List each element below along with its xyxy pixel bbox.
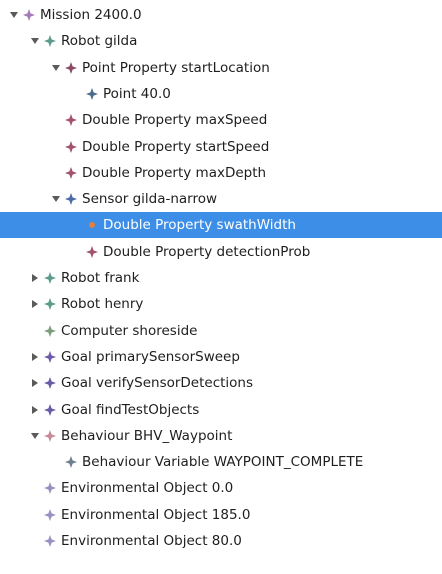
diamond-icon (65, 140, 77, 153)
tree-view[interactable]: Mission 2400.0 Robot gilda Point Property … (0, 0, 442, 574)
diamond-icon (65, 61, 77, 74)
tree-row-label: Double Property detectionProb (103, 243, 311, 260)
diamond-icon (65, 456, 77, 469)
tree-row[interactable]: Double Property maxDepth (0, 160, 442, 186)
tree-row-label: Point Property startLocation (82, 59, 270, 76)
tree-row-label: Environmental Object 0.0 (61, 480, 234, 497)
tree-row-label: Computer shoreside (61, 322, 198, 339)
tree-row-label: Goal findTestObjects (61, 401, 200, 418)
expand-arrow-down-icon[interactable] (29, 430, 41, 442)
tree-row[interactable]: Double Property detectionProb (0, 239, 442, 265)
tree-row-label: Behaviour BHV_Waypoint (61, 427, 233, 444)
tree-row-label: Environmental Object 185.0 (61, 506, 251, 523)
tree-row[interactable]: Goal verifySensorDetections (0, 370, 442, 396)
diamond-icon (86, 219, 98, 231)
expand-arrow-down-icon[interactable] (50, 193, 62, 205)
diamond-icon (44, 350, 56, 363)
tree-row-label: Goal verifySensorDetections (61, 375, 254, 392)
tree-row[interactable]: Goal findTestObjects (0, 397, 442, 423)
tree-row[interactable]: Computer shoreside (0, 318, 442, 344)
expand-arrow-right-icon[interactable] (29, 272, 41, 284)
expand-arrow-right-icon[interactable] (29, 377, 41, 389)
diamond-icon (44, 535, 56, 547)
diamond-icon (44, 35, 56, 48)
tree-row[interactable]: Point 40.0 (0, 81, 442, 107)
tree-row-label: Robot henry (61, 296, 144, 313)
diamond-icon (65, 114, 77, 127)
tree-row-label: Double Property swathWidth (103, 217, 296, 234)
tree-row-label: Robot frank (61, 270, 140, 286)
expand-arrow-right-icon[interactable] (29, 404, 41, 416)
tree-row[interactable]: Double Property maxSpeed (0, 107, 442, 133)
tree-row-label: Robot gilda (61, 33, 138, 50)
tree-row[interactable]: Behaviour BHV_Waypoint (0, 423, 442, 449)
tree-row-label: Double Property maxSpeed (82, 112, 268, 129)
diamond-icon (44, 482, 56, 495)
tree-row-label: Goal primarySensorSweep (61, 348, 240, 365)
diamond-icon (65, 193, 77, 206)
diamond-icon (44, 272, 56, 284)
diamond-icon (65, 166, 77, 179)
diamond-icon (44, 324, 56, 337)
tree-row[interactable]: Double Property startSpeed (0, 134, 442, 160)
tree-row[interactable]: Goal primarySensorSweep (0, 344, 442, 370)
expand-arrow-down-icon[interactable] (50, 62, 62, 74)
tree-row-label: Double Property startSpeed (82, 138, 270, 155)
tree-row[interactable]: Sensor gilda-narrow (0, 186, 442, 212)
expand-arrow-down-icon[interactable] (29, 35, 41, 47)
tree-row-label: Environmental Object 80.0 (61, 533, 242, 549)
diamond-icon (44, 377, 56, 390)
diamond-icon (23, 9, 35, 21)
tree-row[interactable]: Robot gilda (0, 28, 442, 54)
tree-row[interactable]: Behaviour Variable WAYPOINT_COMPLETE (0, 449, 442, 475)
diamond-icon (86, 245, 98, 258)
diamond-icon (44, 403, 56, 416)
expand-arrow-right-icon[interactable] (29, 351, 41, 363)
diamond-icon (86, 87, 98, 100)
tree-row-label: Behaviour Variable WAYPOINT_COMPLETE (82, 454, 364, 471)
tree-row[interactable]: Environmental Object 185.0 (0, 502, 442, 528)
tree-row-label: Double Property maxDepth (82, 164, 267, 181)
tree-row[interactable]: Double Property swathWidth (0, 212, 442, 239)
diamond-icon (44, 429, 56, 442)
tree-row-label: Sensor gilda-narrow (82, 191, 218, 208)
diamond-icon (44, 508, 56, 521)
tree-row[interactable]: Environmental Object 80.0 (0, 528, 442, 554)
expand-arrow-down-icon[interactable] (8, 9, 20, 21)
tree-row[interactable]: Environmental Object 0.0 (0, 475, 442, 501)
diamond-icon (44, 298, 56, 311)
tree-row[interactable]: Mission 2400.0 (0, 2, 442, 28)
tree-row-label: Point 40.0 (103, 85, 171, 102)
tree-row[interactable]: Robot henry (0, 291, 442, 317)
expand-arrow-right-icon[interactable] (29, 298, 41, 310)
tree-row-label: Mission 2400.0 (40, 7, 142, 23)
tree-row[interactable]: Point Property startLocation (0, 55, 442, 81)
tree-row[interactable]: Robot frank (0, 265, 442, 291)
